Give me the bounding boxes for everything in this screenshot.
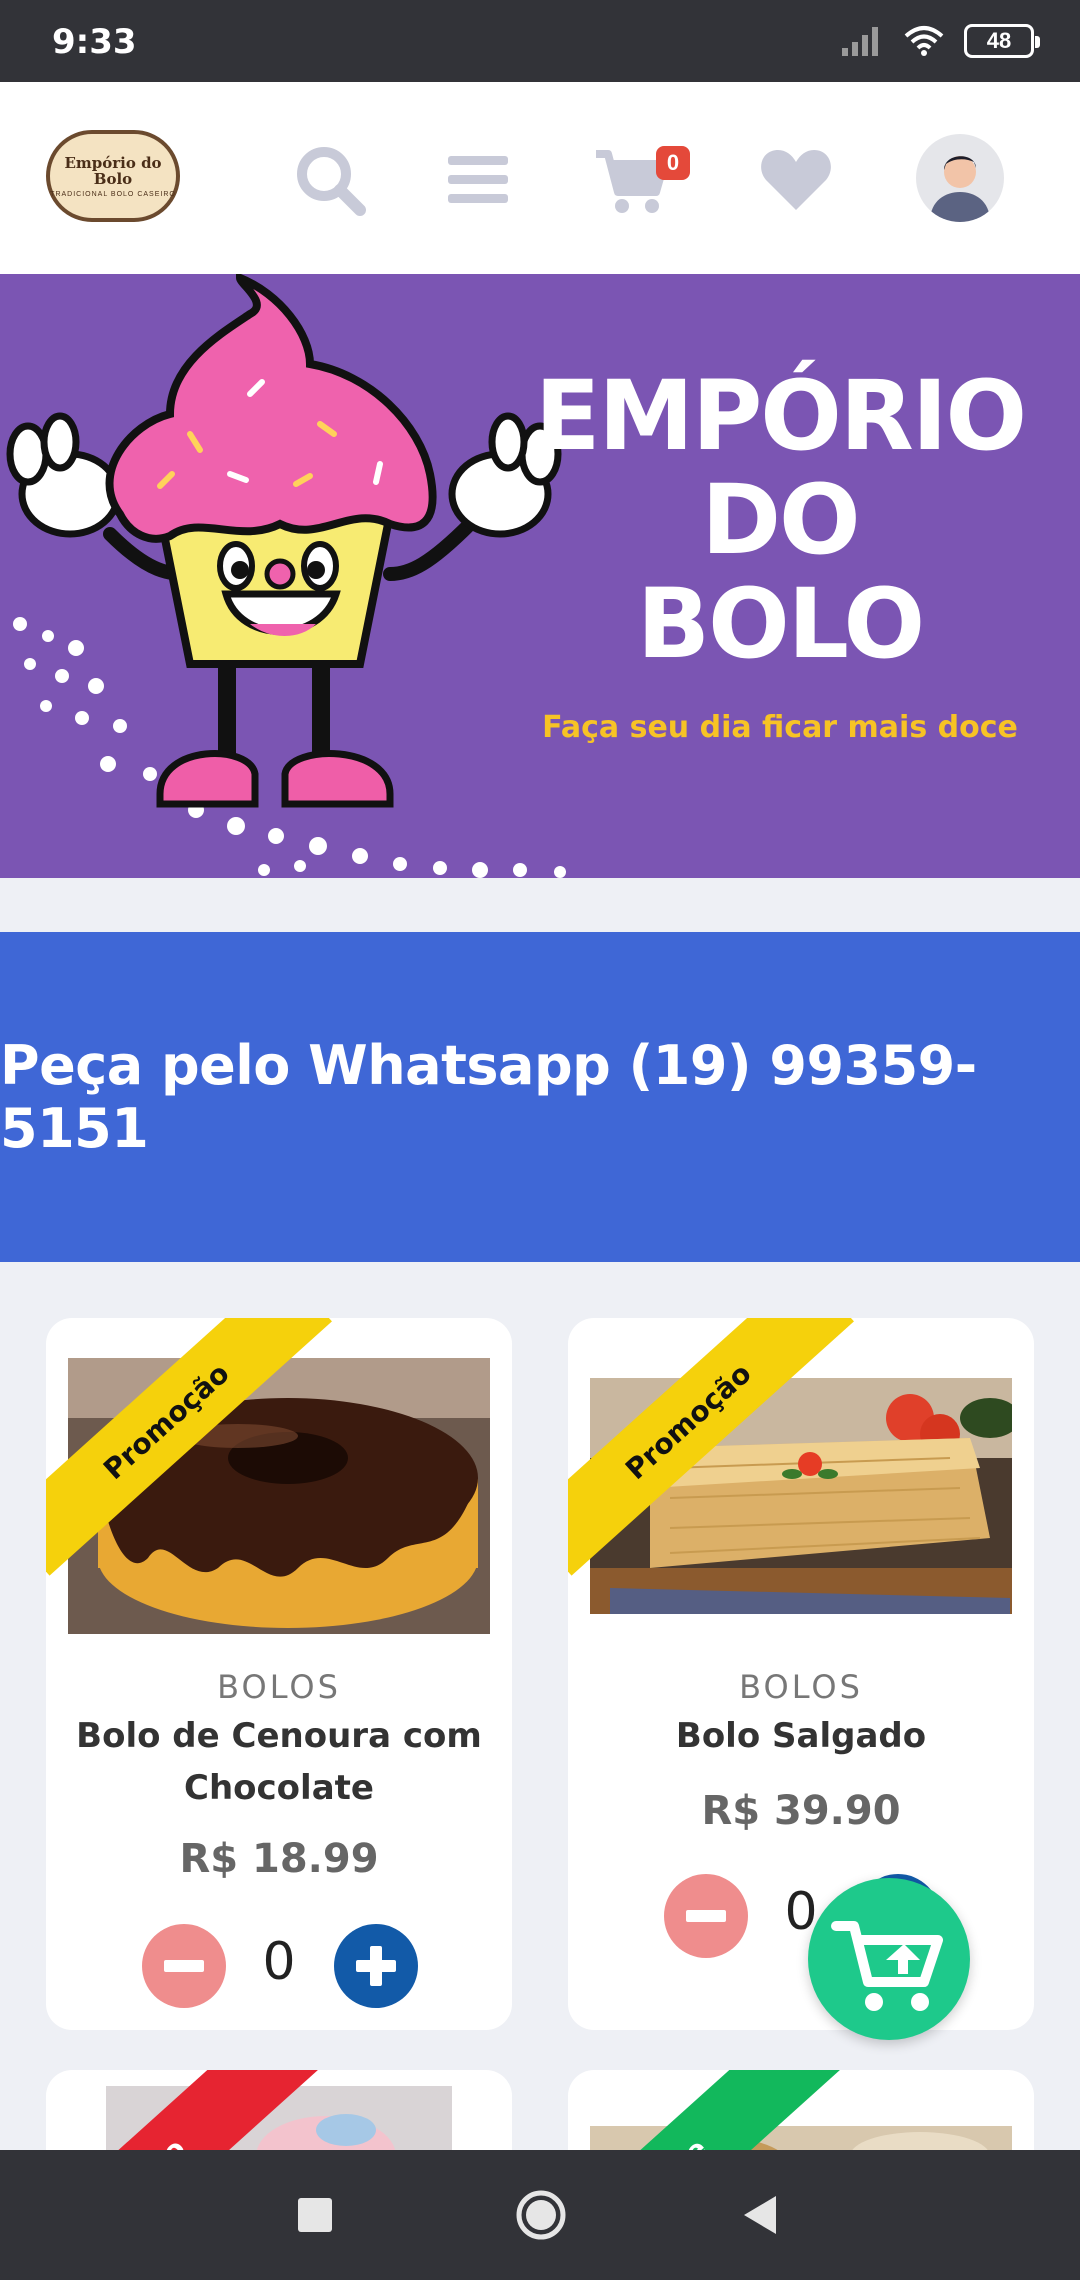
product-price: R$ 39.90	[701, 1788, 901, 1834]
recent-apps-icon[interactable]	[296, 2196, 334, 2234]
cart-count-badge: 0	[656, 146, 690, 180]
cupcake-mascot-illustration	[6, 274, 566, 878]
back-icon[interactable]	[742, 2194, 778, 2236]
wifi-icon	[904, 26, 944, 56]
search-icon[interactable]	[290, 140, 370, 220]
hero-title-line-1: EMPÓRIO	[534, 360, 1027, 472]
avatar[interactable]	[916, 134, 1004, 222]
status-icons: 48	[840, 24, 1040, 58]
status-bar: 9:33 48	[0, 0, 1080, 82]
cart-icon	[831, 1921, 943, 2011]
logo-title: Empório do Bolo	[64, 153, 162, 188]
hero-banner: EMPÓRIO DO BOLO Faça seu dia ficar mais …	[0, 274, 1080, 878]
quantity-value: 0	[262, 1932, 296, 1992]
increase-quantity-button[interactable]	[334, 1924, 418, 2008]
product-category: BOLOS	[739, 1668, 863, 1706]
user-avatar-icon	[930, 156, 990, 222]
logo[interactable]: Empório do Bolo TRADICIONAL BOLO CASEIRO	[46, 130, 180, 222]
hero-title: EMPÓRIO DO BOLO	[520, 364, 1040, 676]
home-icon[interactable]	[514, 2188, 568, 2242]
logo-subtitle: TRADICIONAL BOLO CASEIRO	[50, 190, 176, 198]
hero-subtitle: Faça seu dia ficar mais doce	[542, 710, 1018, 745]
hero-title-line-3: BOLO	[636, 568, 925, 680]
page: 9:33 48 Empório do Bolo TRADICIONAL BOLO	[0, 0, 1080, 2280]
menu-icon[interactable]	[438, 140, 518, 220]
hero-title-line-2: DO	[701, 464, 860, 576]
decrease-quantity-button[interactable]	[142, 1924, 226, 2008]
battery-icon: 48	[964, 24, 1040, 58]
product-card[interactable]: Promoção BOLOS Bolo de Cenoura com Choco…	[46, 1318, 512, 2030]
heart-icon[interactable]	[756, 140, 836, 220]
floating-cart-button[interactable]	[808, 1878, 970, 2040]
signal-icon	[842, 27, 878, 56]
whatsapp-banner[interactable]: Peça pelo Whatsapp (19) 99359-5151	[0, 932, 1080, 1262]
battery-level: 48	[986, 28, 1012, 53]
whatsapp-banner-text: Peça pelo Whatsapp (19) 99359-5151	[0, 1034, 977, 1160]
decrease-quantity-button[interactable]	[664, 1874, 748, 1958]
product-name: Bolo de Cenoura com Chocolate	[76, 1716, 482, 1808]
header: Empório do Bolo TRADICIONAL BOLO CASEIRO…	[0, 82, 1080, 274]
product-name: Bolo Salgado	[675, 1716, 927, 1756]
product-category: BOLOS	[217, 1668, 341, 1706]
status-time: 9:33	[52, 22, 137, 62]
product-price: R$ 18.99	[179, 1836, 379, 1882]
navigation-bar	[0, 2150, 1080, 2280]
